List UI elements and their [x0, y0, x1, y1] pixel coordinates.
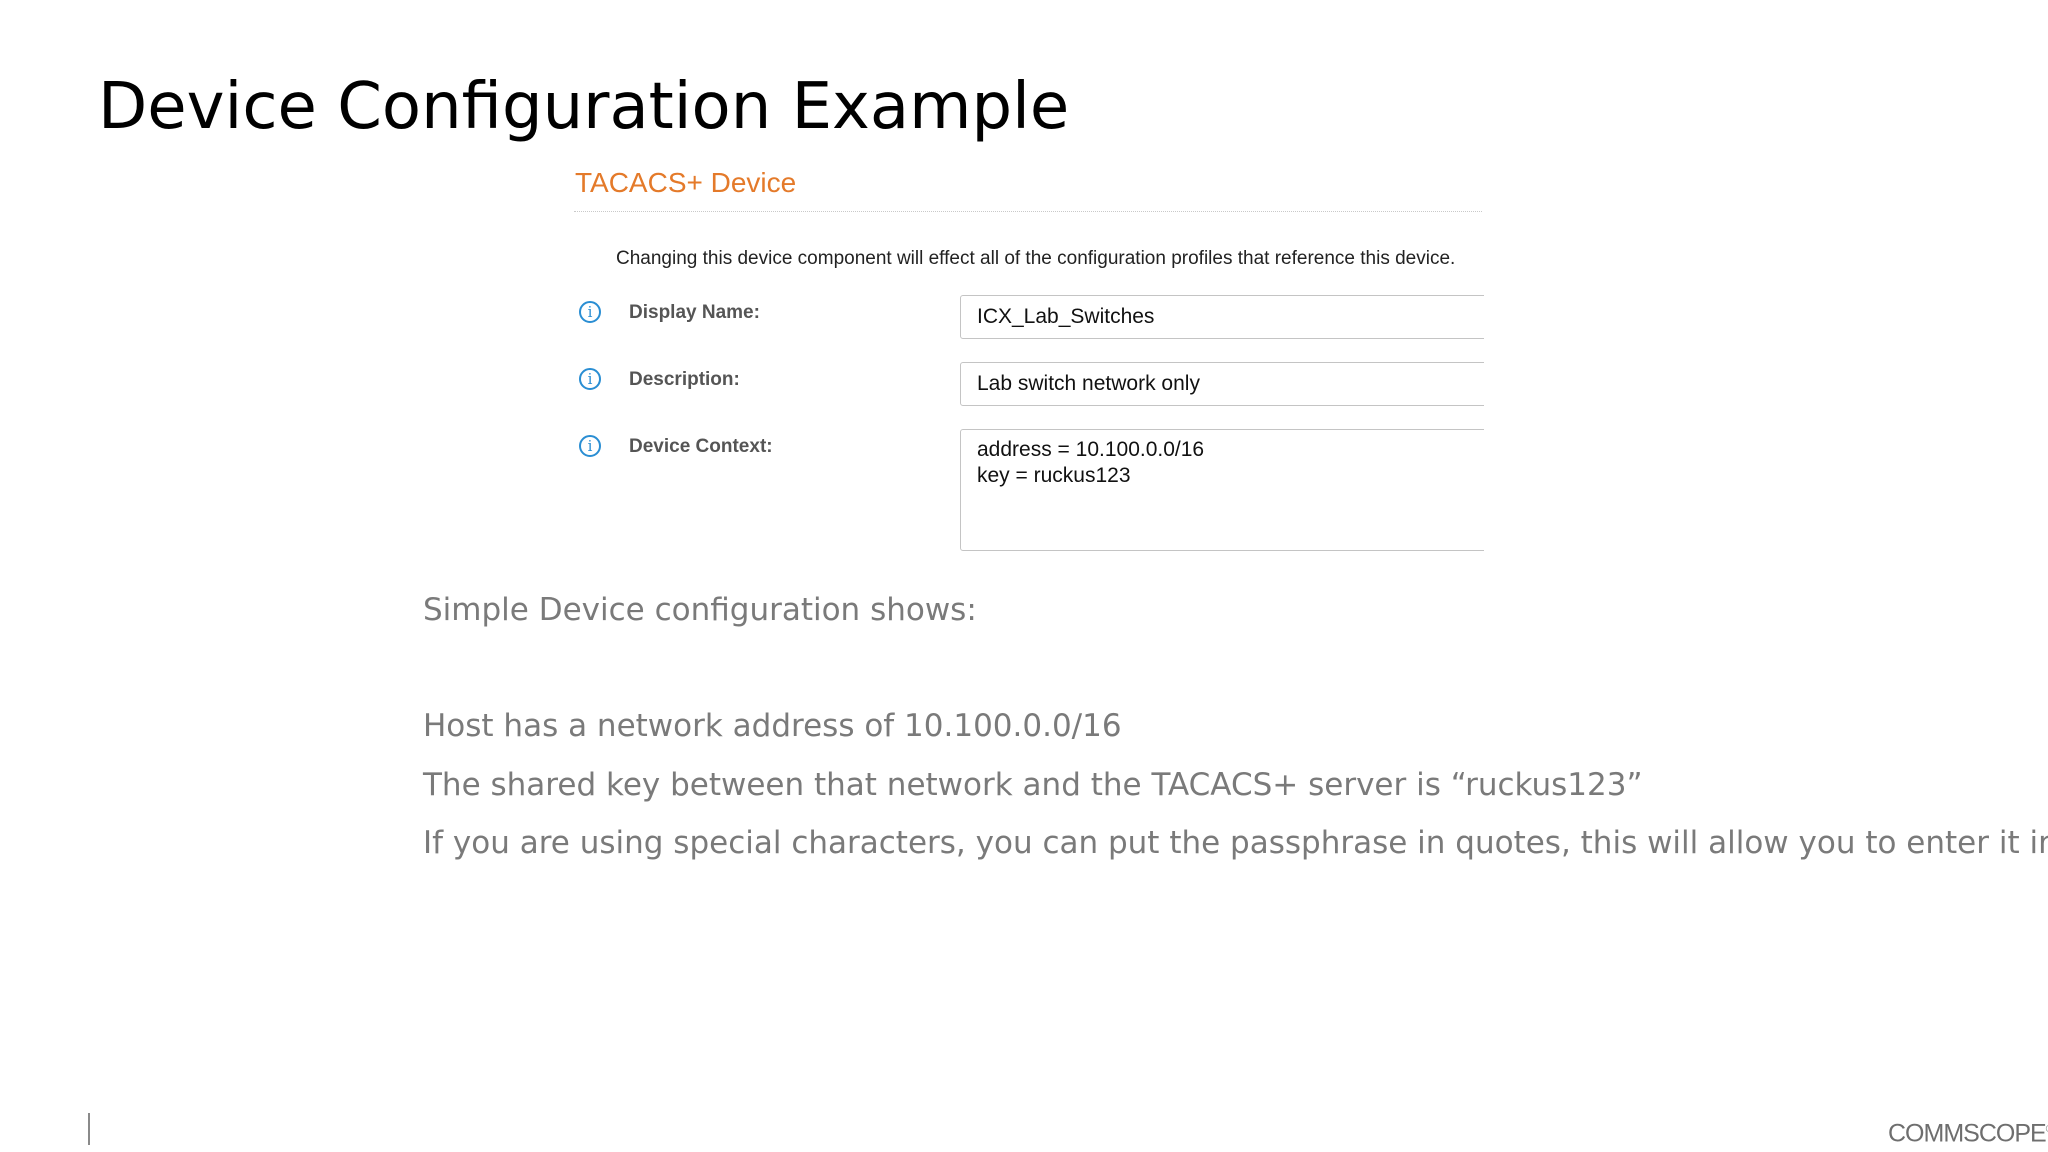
slide-title: Device Configuration Example [98, 70, 1070, 144]
body-line-shared-key: The shared key between that network and … [423, 767, 1643, 803]
tacacs-device-form: TACACS+ Device Changing this device comp… [572, 160, 1484, 556]
device-context-label: Device Context: [629, 436, 773, 457]
title-divider [574, 211, 1482, 212]
form-notice: Changing this device component will effe… [616, 248, 1456, 269]
body-line-special-chars: If you are using special characters, you… [423, 825, 2048, 861]
display-name-label: Display Name: [629, 302, 760, 323]
info-icon[interactable]: i [579, 435, 601, 457]
info-icon[interactable]: i [579, 368, 601, 390]
body-intro: Simple Device configuration shows: [423, 592, 977, 628]
commscope-logo: COMMSCOPE® [1888, 1116, 2048, 1147]
form-title: TACACS+ Device [575, 167, 797, 198]
description-input[interactable] [960, 362, 1484, 406]
logo-text: COMMSCOPE [1888, 1119, 2047, 1148]
info-icon[interactable]: i [579, 301, 601, 323]
display-name-input[interactable] [960, 295, 1484, 339]
footer-divider [88, 1113, 90, 1145]
body-line-network: Host has a network address of 10.100.0.0… [423, 708, 1122, 744]
description-label: Description: [629, 369, 740, 390]
device-context-textarea[interactable]: address = 10.100.0.0/16 key = ruckus123 [960, 429, 1484, 551]
